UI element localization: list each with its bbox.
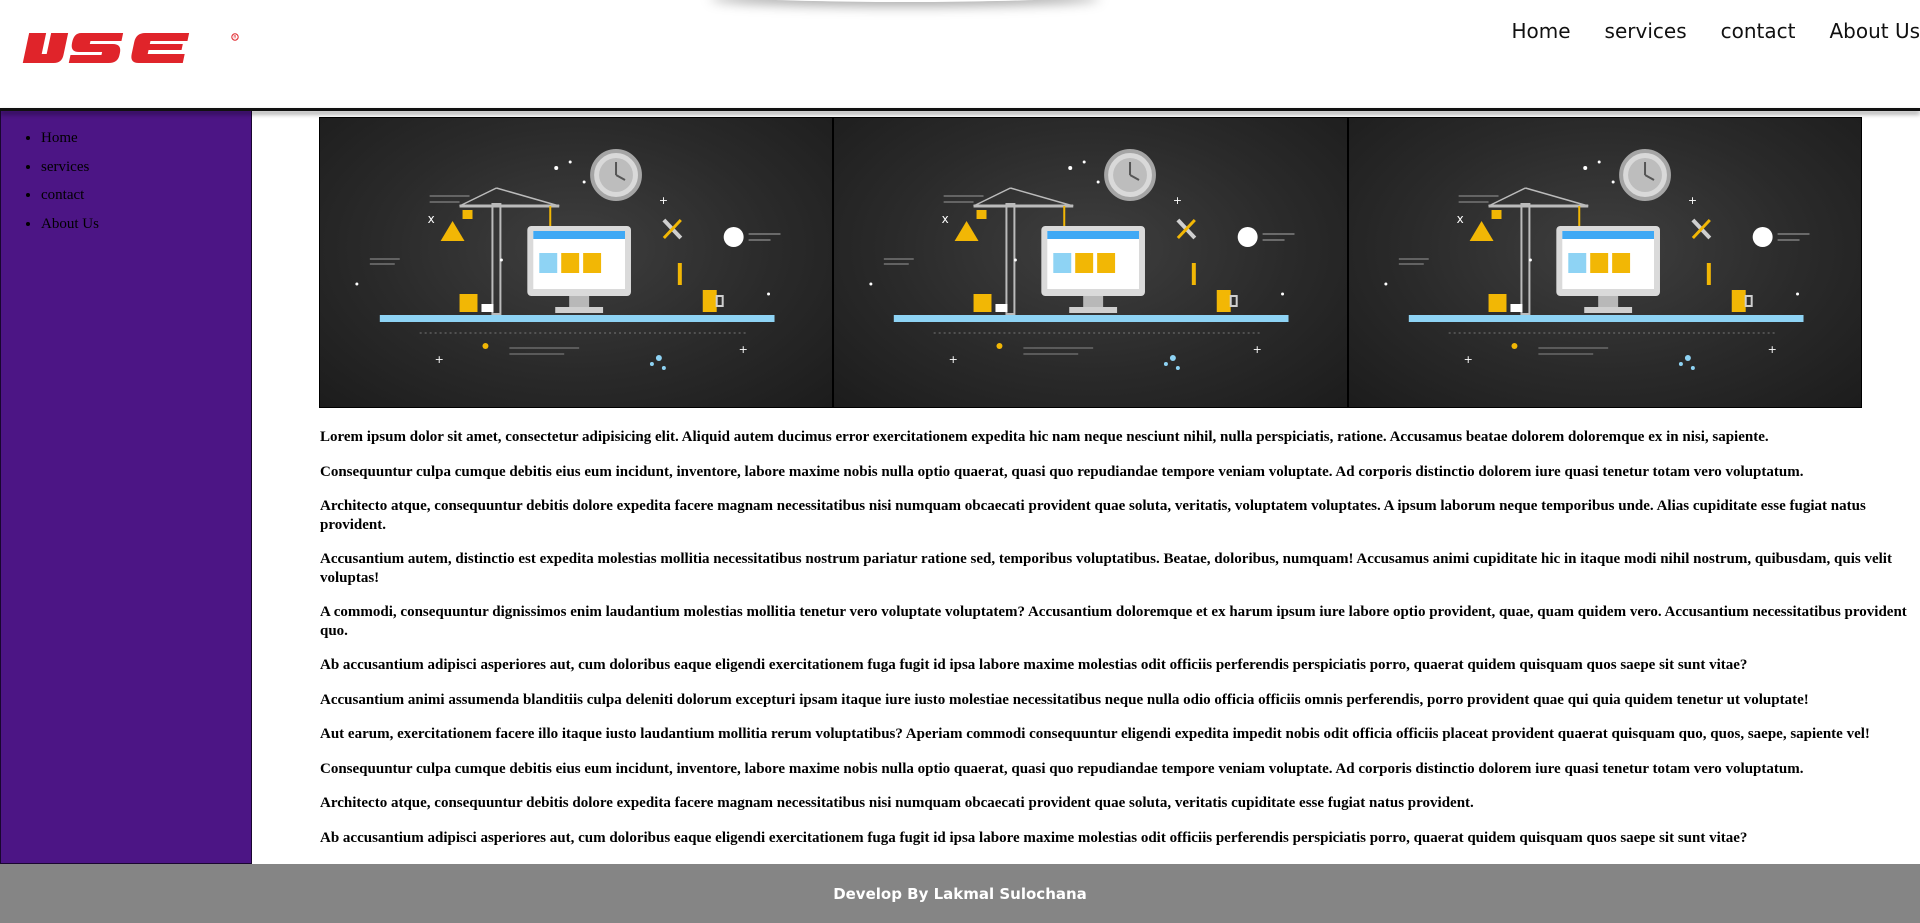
content-paragraph: A commodi, consequuntur dignissimos enim… <box>320 604 1907 639</box>
ijse-logo-graphic: R <box>22 33 239 63</box>
sidebar-item-services[interactable]: services <box>41 153 251 182</box>
nav-services-link[interactable]: services <box>1605 16 1687 46</box>
content-paragraph: Accusantium autem, distinctio est expedi… <box>320 551 1892 586</box>
content-paragraph: Ab accusantium adipisci asperiores aut, … <box>320 657 1748 673</box>
footer-credit: Develop By Lakmal Sulochana <box>833 884 1087 903</box>
nav-home-link[interactable]: Home <box>1511 16 1570 46</box>
svg-text:R: R <box>233 35 236 41</box>
ijse-logo[interactable]: R <box>22 29 242 71</box>
construction-illustration: x + + + <box>869 149 1295 370</box>
construction-illustration: x + + + <box>1384 149 1810 370</box>
content-paragraph: Consequuntur culpa cumque debitis eius e… <box>320 760 1804 777</box>
content-paragraph: Ab accusantium adipisci asperiores aut, … <box>320 829 1748 846</box>
sidebar-menu: Home services contact About Us <box>1 124 251 238</box>
svg-text:x: x <box>942 212 949 226</box>
content-paragraph: Accusantium animi assumenda blanditiis c… <box>320 691 1809 708</box>
content-paragraph: Lorem ipsum dolor sit amet, consectetur … <box>320 429 1769 445</box>
header-shadow-decoration <box>710 0 1100 2</box>
main-content: Lorem ipsum dolor sit amet, consectetur … <box>320 428 1910 863</box>
banner-image-strip: x + + + x + + + x + + + <box>319 117 1862 408</box>
header-divider <box>0 108 1920 111</box>
sidebar: Home services contact About Us <box>0 110 252 864</box>
svg-text:x: x <box>428 212 435 226</box>
svg-text:+: + <box>739 343 748 356</box>
content-paragraph: Architecto atque, consequuntur debitis d… <box>320 498 1866 533</box>
svg-text:x: x <box>1456 212 1463 226</box>
svg-text:+: + <box>1767 343 1776 356</box>
banner-image-1: x + + + <box>320 118 835 407</box>
sidebar-item-about[interactable]: About Us <box>41 210 251 239</box>
svg-text:+: + <box>1688 194 1697 207</box>
svg-text:+: + <box>659 194 668 207</box>
sidebar-item-home[interactable]: Home <box>41 124 251 153</box>
site-footer: Develop By Lakmal Sulochana <box>0 864 1920 923</box>
content-paragraph: Architecto atque, consequuntur debitis d… <box>320 795 1474 811</box>
svg-text:+: + <box>949 353 958 366</box>
construction-illustration: x + + + <box>355 149 781 370</box>
content-paragraph: Consequuntur culpa cumque debitis eius e… <box>320 463 1804 480</box>
sidebar-item-contact[interactable]: contact <box>41 181 251 210</box>
nav-about-link[interactable]: About Us <box>1829 16 1920 46</box>
top-nav: Home services contact About Us <box>1477 16 1920 46</box>
banner-image-2: x + + + <box>834 118 1349 407</box>
site-header: R Home services contact About Us <box>0 0 1920 108</box>
nav-contact-link[interactable]: contact <box>1721 16 1796 46</box>
svg-text:+: + <box>1173 194 1182 207</box>
banner-image-3: x + + + <box>1348 118 1861 407</box>
svg-text:+: + <box>435 353 444 366</box>
content-paragraph: Aut earum, exercitationem facere illo it… <box>320 726 1870 742</box>
svg-text:+: + <box>1463 353 1472 366</box>
svg-text:+: + <box>1253 343 1262 356</box>
